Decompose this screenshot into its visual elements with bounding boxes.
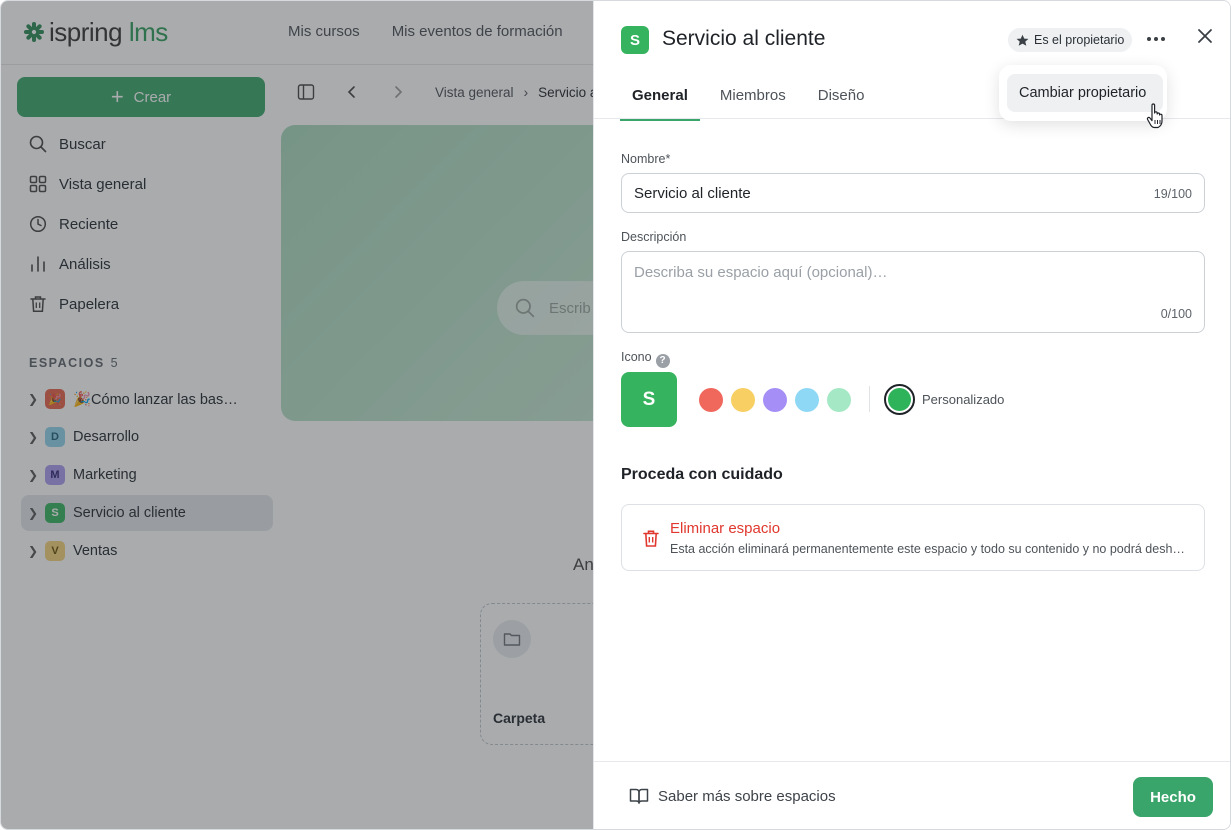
tab-general[interactable]: General: [620, 73, 700, 121]
owner-badge: Es el propietario: [1008, 28, 1133, 52]
tab-members[interactable]: Miembros: [708, 73, 798, 121]
help-icon[interactable]: ?: [655, 353, 670, 368]
owner-options-menu: Cambiar propietario: [999, 65, 1167, 121]
custom-color-swatch[interactable]: [884, 384, 915, 415]
name-field[interactable]: Servicio al cliente 19/100: [621, 173, 1205, 213]
close-icon[interactable]: [1194, 25, 1216, 47]
space-icon-small: S: [621, 26, 649, 54]
delete-space-row[interactable]: Eliminar espacio Esta acción eliminará p…: [621, 504, 1205, 571]
name-value: Servicio al cliente: [634, 185, 751, 202]
description-label: Descripción: [621, 230, 687, 244]
tab-design[interactable]: Diseño: [806, 73, 877, 121]
custom-color-label: Personalizado: [922, 392, 1005, 407]
color-swatch-red[interactable]: [699, 388, 723, 412]
modal-backdrop[interactable]: [1, 1, 593, 829]
space-settings-panel: S Servicio al cliente Es el propietario …: [593, 1, 1230, 829]
color-swatch-yellow[interactable]: [731, 388, 755, 412]
star-icon: [1016, 34, 1029, 46]
description-char-count: 0/100: [1160, 307, 1192, 321]
description-placeholder: Describa su espacio aquí (opcional)…: [634, 264, 888, 281]
name-char-count: 19/100: [1153, 187, 1192, 201]
delete-space-description: Esta acción eliminará permanentemente es…: [670, 542, 1190, 556]
space-icon-preview[interactable]: S: [621, 372, 677, 427]
icon-label: Icono?: [621, 350, 670, 368]
done-button[interactable]: Hecho: [1133, 777, 1213, 817]
change-owner-menu-item[interactable]: Cambiar propietario: [1007, 74, 1163, 112]
delete-space-title: Eliminar espacio: [670, 520, 781, 537]
trash-icon: [643, 530, 659, 547]
swatch-divider: [869, 386, 870, 412]
panel-tabs: General Miembros Diseño: [620, 73, 876, 121]
name-label: Nombre*: [621, 152, 671, 166]
color-swatch-blue[interactable]: [795, 388, 819, 412]
color-swatch-purple[interactable]: [763, 388, 787, 412]
hand-cursor-icon: [1146, 103, 1163, 129]
book-icon: [629, 788, 649, 804]
more-options-icon[interactable]: [1144, 29, 1168, 49]
panel-title: Servicio al cliente: [662, 27, 826, 50]
color-swatch-mint[interactable]: [827, 388, 851, 412]
learn-more-link[interactable]: Saber más sobre espacios: [629, 787, 836, 805]
app-window: ispring lms Mis cursos Mis eventos de fo…: [0, 0, 1231, 830]
footer-divider: [594, 761, 1230, 762]
description-field[interactable]: Describa su espacio aquí (opcional)… 0/1…: [621, 251, 1205, 333]
danger-zone-title: Proceda con cuidado: [621, 466, 783, 483]
